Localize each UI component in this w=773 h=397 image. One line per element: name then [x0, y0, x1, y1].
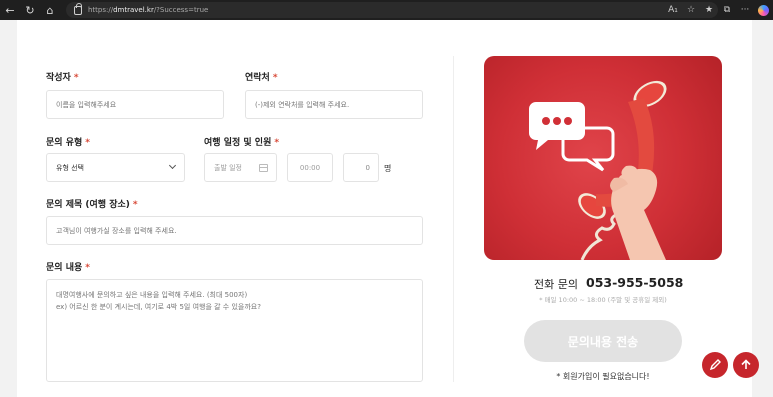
browser-toolbar: ← ↻ ⌂ https://dmtravel.kr/?Success=true … — [0, 0, 773, 20]
phone-inquiry-label: 전화 문의 — [534, 278, 578, 291]
content-textarea[interactable] — [46, 279, 423, 382]
chat-bubble-icon — [529, 102, 615, 172]
author-input[interactable] — [46, 90, 224, 119]
arrow-up-icon — [741, 359, 751, 369]
url-text: https://dmtravel.kr/?Success=true — [88, 6, 209, 14]
people-count-input[interactable]: 0 — [343, 153, 379, 182]
scroll-top-button[interactable] — [733, 352, 759, 378]
hand-shape — [610, 165, 666, 260]
home-icon[interactable]: ⌂ — [40, 0, 60, 20]
inquiry-type-label: 문의 유형 * — [46, 138, 90, 148]
phone-call-image — [484, 56, 722, 260]
write-fab-button[interactable] — [702, 352, 728, 378]
more-menu-icon[interactable]: ··· — [736, 0, 754, 20]
page-card: 작성자* 연락처* 문의 유형* 유형 선택 여행 일정 및 인원* 출발 일정… — [17, 20, 752, 397]
read-aloud-icon[interactable]: A₁ — [664, 0, 682, 20]
column-divider — [453, 56, 454, 382]
inquiry-type-value: 유형 선택 — [56, 163, 84, 172]
copilot-icon[interactable] — [758, 4, 769, 16]
contact-label: 연락처 * — [245, 73, 278, 83]
collections-icon[interactable]: ⧉ — [718, 0, 736, 20]
chevron-down-icon — [168, 161, 177, 170]
favorites-list-icon[interactable]: ★ — [700, 0, 718, 20]
phone-illustration — [529, 80, 667, 260]
no-signup-note: * 회원가입이 필요없습니다! — [556, 372, 650, 381]
calendar-icon — [259, 164, 268, 172]
author-label: 작성자 * — [46, 73, 79, 83]
business-hours: * 매일 10:00 ~ 18:00 (주말 및 공휴일 제외) — [539, 296, 667, 304]
subject-input[interactable] — [46, 216, 423, 245]
subject-label: 문의 제목 (여행 장소) * — [46, 200, 138, 210]
inquiry-type-select[interactable]: 유형 선택 — [46, 153, 185, 182]
lock-icon — [74, 2, 82, 15]
schedule-label: 여행 일정 및 인원 * — [204, 138, 280, 148]
people-unit: 명 — [384, 164, 392, 173]
contact-input[interactable] — [245, 90, 423, 119]
departure-time-input[interactable]: 00:00 — [287, 153, 333, 182]
phone-number[interactable]: 053-955-5058 — [586, 275, 683, 290]
pencil-icon — [709, 359, 721, 371]
favorite-star-icon[interactable]: ☆ — [682, 0, 700, 20]
refresh-icon[interactable]: ↻ — [20, 0, 40, 20]
back-icon[interactable]: ← — [0, 0, 20, 20]
departure-date-input[interactable]: 출발 일정 — [204, 153, 277, 182]
content-label: 문의 내용 * — [46, 263, 90, 273]
submit-inquiry-button[interactable]: 문의내용 전송 — [524, 320, 682, 362]
address-bar[interactable]: https://dmtravel.kr/?Success=true — [66, 2, 718, 18]
